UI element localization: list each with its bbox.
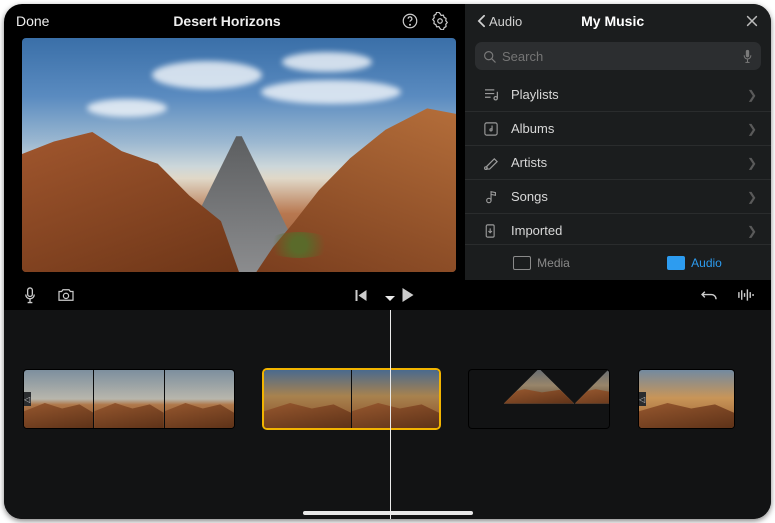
tab-media[interactable]: Media xyxy=(465,245,618,280)
row-songs[interactable]: Songs ❯ xyxy=(465,180,771,214)
search-field[interactable] xyxy=(475,42,761,70)
media-icon xyxy=(513,256,531,270)
settings-icon[interactable] xyxy=(428,9,452,33)
top-section: Done Desert Horizons xyxy=(4,4,771,280)
tab-label: Media xyxy=(537,256,570,270)
panel-title: My Music xyxy=(480,13,745,29)
chevron-right-icon: ❯ xyxy=(747,88,757,102)
dictation-icon[interactable] xyxy=(742,49,753,64)
row-label: Artists xyxy=(511,155,735,170)
waveform-icon[interactable] xyxy=(733,283,757,307)
clip-4[interactable]: ▷◁ xyxy=(639,370,734,428)
audio-panel: Audio My Music Playlists ❯ xyxy=(464,4,771,280)
panel-header: Audio My Music xyxy=(465,4,771,38)
panel-tabs: Media Audio xyxy=(465,244,771,280)
home-indicator[interactable] xyxy=(303,511,473,515)
artists-icon xyxy=(483,155,499,171)
play-icon[interactable] xyxy=(395,283,419,307)
project-title: Desert Horizons xyxy=(56,13,398,29)
help-icon[interactable] xyxy=(398,9,422,33)
done-button[interactable]: Done xyxy=(16,13,56,29)
row-artists[interactable]: Artists ❯ xyxy=(465,146,771,180)
clip-3[interactable] xyxy=(469,370,609,428)
audio-icon xyxy=(667,256,685,270)
row-label: Imported xyxy=(511,223,735,238)
chevron-right-icon: ❯ xyxy=(747,156,757,170)
music-categories: Playlists ❯ Albums ❯ Artists ❯ Songs ❯ xyxy=(465,78,771,244)
chevron-right-icon: ❯ xyxy=(747,190,757,204)
close-panel-icon[interactable] xyxy=(745,14,759,28)
chevron-right-icon: ❯ xyxy=(747,122,757,136)
transition-marker-icon[interactable]: ▷◁ xyxy=(639,392,646,406)
video-track: ▷◁ ▷◁ xyxy=(24,370,751,428)
video-preview[interactable] xyxy=(22,38,456,272)
row-label: Songs xyxy=(511,189,735,204)
viewer-pane: Done Desert Horizons xyxy=(4,4,464,280)
songs-icon xyxy=(483,189,499,205)
clip-1[interactable]: ▷◁ xyxy=(24,370,234,428)
row-playlists[interactable]: Playlists ❯ xyxy=(465,78,771,112)
row-label: Albums xyxy=(511,121,735,136)
playhead[interactable] xyxy=(390,310,391,519)
search-icon xyxy=(483,50,496,63)
microphone-icon[interactable] xyxy=(18,283,42,307)
imported-icon xyxy=(483,223,499,239)
row-label: Playlists xyxy=(511,87,735,102)
clip-2-selected[interactable] xyxy=(264,370,439,428)
undo-icon[interactable] xyxy=(697,283,721,307)
timeline[interactable]: ▷◁ ▷◁ xyxy=(4,310,771,519)
row-albums[interactable]: Albums ❯ xyxy=(465,112,771,146)
skip-back-icon[interactable] xyxy=(349,283,373,307)
transition-marker-icon[interactable]: ▷◁ xyxy=(24,392,31,406)
tab-label: Audio xyxy=(691,256,722,270)
app-window: Done Desert Horizons xyxy=(4,4,771,519)
search-input[interactable] xyxy=(502,49,736,64)
camera-icon[interactable] xyxy=(54,283,78,307)
row-imported[interactable]: Imported ❯ xyxy=(465,214,771,244)
albums-icon xyxy=(483,121,499,137)
tab-audio[interactable]: Audio xyxy=(618,245,771,280)
chevron-right-icon: ❯ xyxy=(747,224,757,238)
viewer-header: Done Desert Horizons xyxy=(4,4,464,38)
playlists-icon xyxy=(483,87,499,103)
